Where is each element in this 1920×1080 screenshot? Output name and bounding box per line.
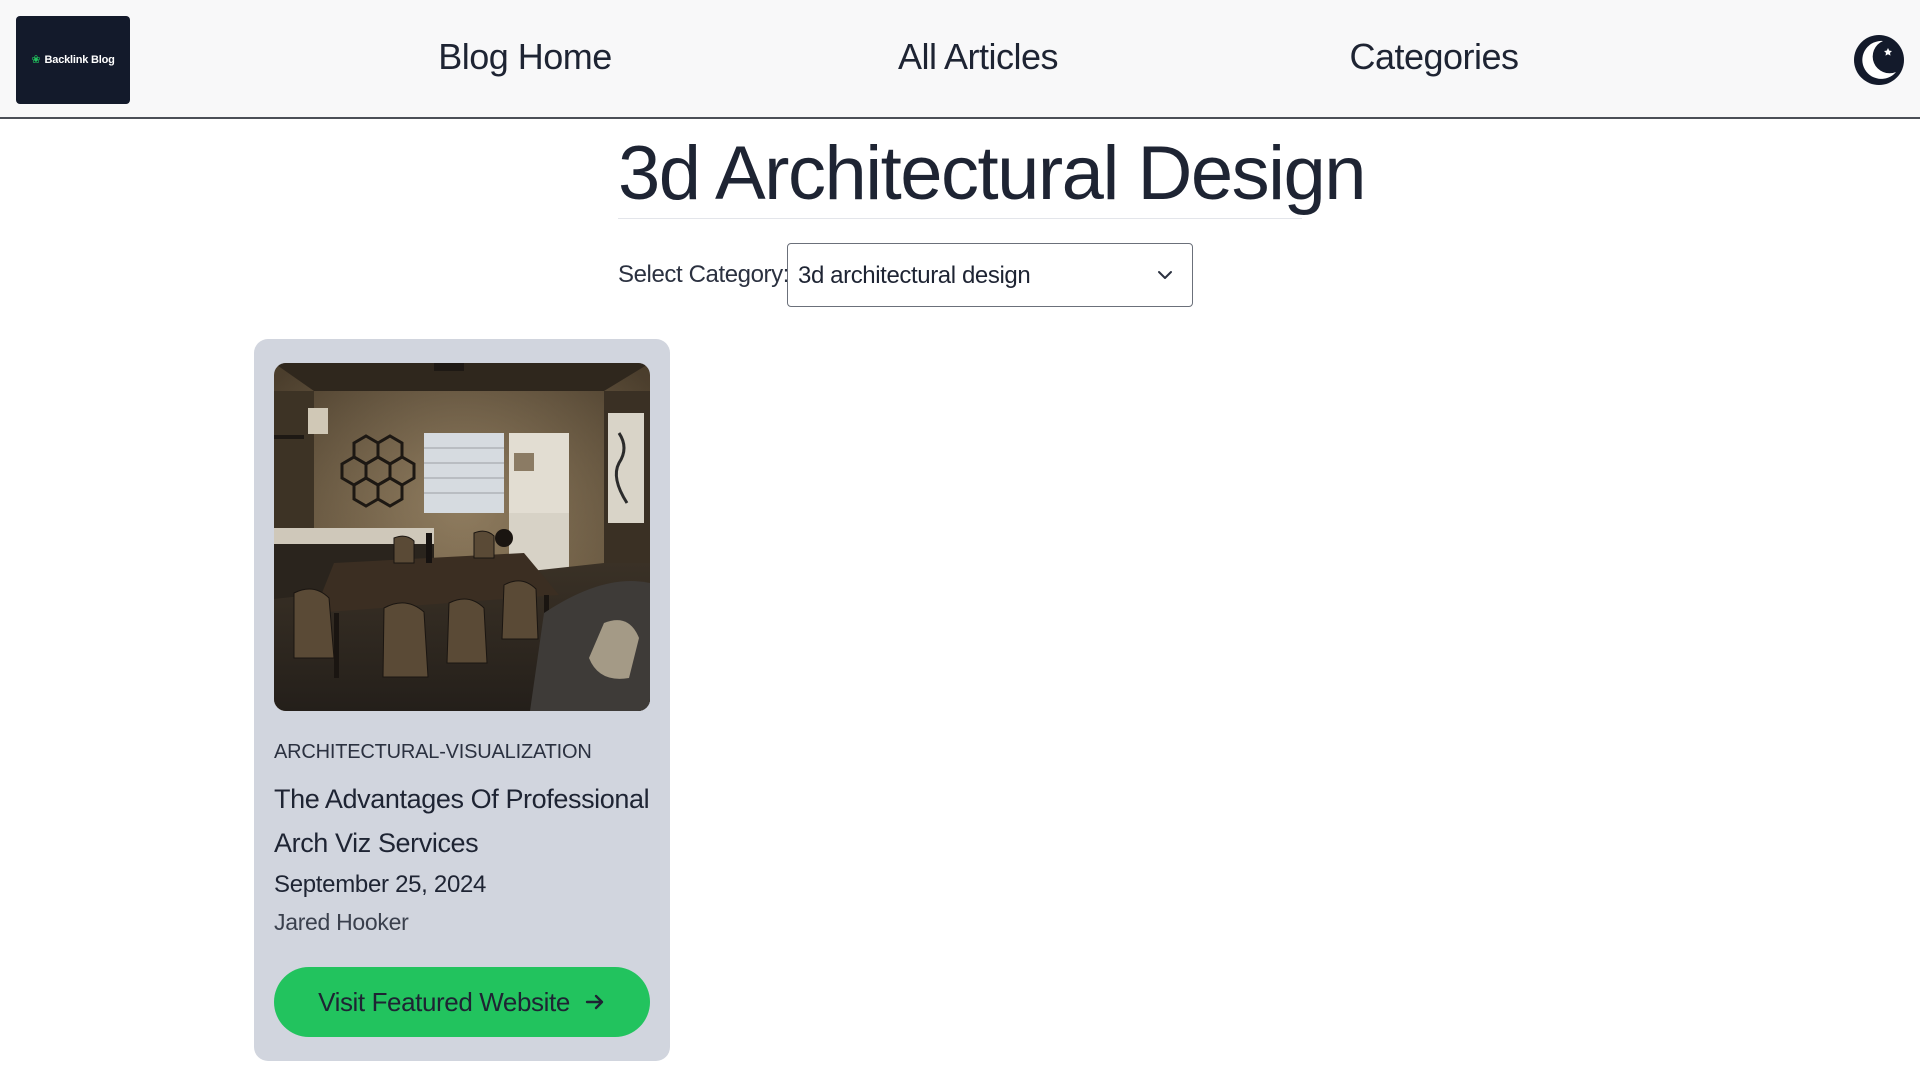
visit-featured-website-button[interactable]: Visit Featured Website <box>274 967 650 1037</box>
site-logo[interactable]: ❀ Backlink Blog <box>16 16 130 104</box>
nav-all-articles[interactable]: All Articles <box>898 36 1059 78</box>
leaf-icon: ❀ <box>31 53 41 66</box>
category-select-label: Select Category: <box>618 261 790 288</box>
nav-blog-home[interactable]: Blog Home <box>438 36 612 78</box>
article-title[interactable]: The Advantages Of Professional Arch Viz … <box>274 777 650 865</box>
theme-toggle-button[interactable] <box>1853 30 1905 90</box>
moon-icon <box>1854 35 1904 85</box>
nav-categories[interactable]: Categories <box>1349 36 1519 78</box>
article-category[interactable]: ARCHITECTURAL-VISUALIZATION <box>274 741 592 764</box>
article-image[interactable] <box>274 363 650 711</box>
article-date: September 25, 2024 <box>274 871 487 898</box>
category-select[interactable]: 3d architectural design <box>787 243 1193 307</box>
arrow-right-icon <box>585 994 604 1010</box>
article-card: ARCHITECTURAL-VISUALIZATION The Advantag… <box>254 339 670 1061</box>
interior-photo <box>274 363 650 711</box>
site-header: ❀ Backlink Blog Blog Home All Articles C… <box>0 0 1920 119</box>
page-title: 3d Architectural Design <box>618 130 1367 219</box>
visit-button-label: Visit Featured Website <box>318 986 570 1017</box>
logo-text: Backlink Blog <box>44 54 115 66</box>
article-author: Jared Hooker <box>274 909 409 935</box>
category-select-value: 3d architectural design <box>798 262 1031 289</box>
chevron-down-icon <box>1158 271 1172 279</box>
